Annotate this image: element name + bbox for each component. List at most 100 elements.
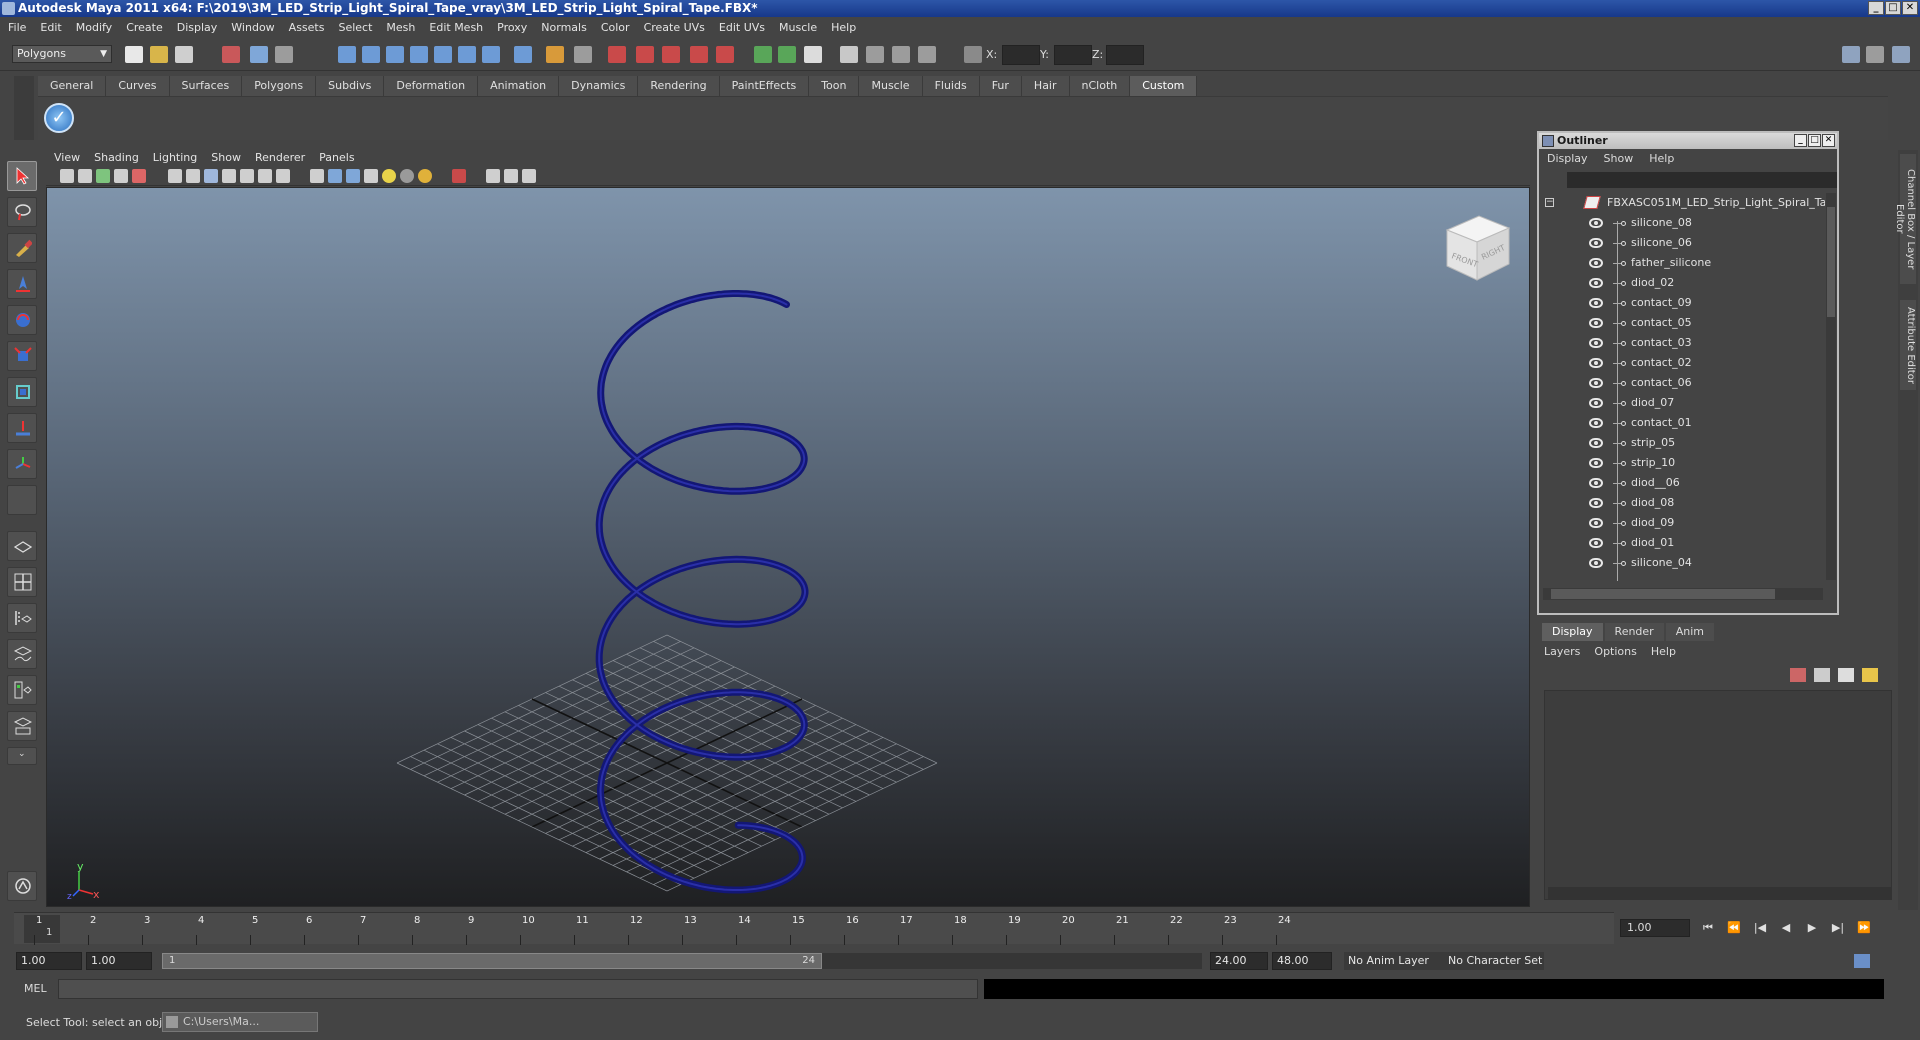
- outliner-item[interactable]: contact_09: [1543, 293, 1825, 313]
- move-layer-down-icon[interactable]: [1814, 668, 1830, 682]
- viewport-menu-panels[interactable]: Panels: [319, 151, 354, 164]
- construction-history-icon[interactable]: [482, 46, 500, 63]
- outliner-minimize-button[interactable]: _: [1794, 134, 1807, 147]
- outliner-filter-field[interactable]: [1567, 172, 1837, 188]
- hypershade-icon[interactable]: [690, 46, 708, 63]
- snap-to-grid-icon[interactable]: [338, 46, 356, 63]
- show-hide-tool-settings-icon[interactable]: [866, 46, 884, 63]
- shelf-tab-deformation[interactable]: Deformation: [384, 76, 479, 96]
- camera-attributes-icon[interactable]: [78, 169, 92, 183]
- image-plane-icon[interactable]: [114, 169, 128, 183]
- menu-edit-mesh[interactable]: Edit Mesh: [429, 21, 483, 34]
- show-manipulator-tool[interactable]: [7, 449, 37, 479]
- outliner-item[interactable]: strip_05: [1543, 433, 1825, 453]
- range-slider[interactable]: 1 24: [162, 953, 1202, 969]
- play-forwards-button[interactable]: ▶: [1804, 921, 1820, 935]
- menu-edit-uvs[interactable]: Edit UVs: [719, 21, 765, 34]
- play-backwards-button[interactable]: ◀: [1778, 921, 1794, 935]
- playback-start-field[interactable]: 1.00: [86, 952, 152, 970]
- select-by-object-icon[interactable]: [250, 46, 268, 63]
- outliner-root-item[interactable]: − FBXASC051M_LED_Strip_Light_Spiral_Tape: [1543, 193, 1825, 213]
- save-scene-icon[interactable]: [175, 46, 193, 63]
- wire-on-shaded-icon[interactable]: [310, 169, 324, 183]
- clipboard-icon[interactable]: [804, 46, 822, 63]
- shelf-menu-handle[interactable]: [14, 76, 34, 140]
- bookmarks-icon[interactable]: [96, 169, 110, 183]
- isolate-select-icon[interactable]: [452, 169, 466, 183]
- render-settings-icon[interactable]: [662, 46, 680, 63]
- outliner-item[interactable]: contact_03: [1543, 333, 1825, 353]
- z-field[interactable]: [1106, 45, 1144, 65]
- single-perspective-layout[interactable]: [7, 531, 37, 561]
- outliner-menu-help[interactable]: Help: [1649, 152, 1674, 165]
- viewport-menu-lighting[interactable]: Lighting: [153, 151, 197, 164]
- minimized-window-item[interactable]: C:\Users\Ma...: [162, 1012, 318, 1032]
- shelf-tab-polygons[interactable]: Polygons: [242, 76, 317, 96]
- outliner-maximize-button[interactable]: □: [1808, 134, 1821, 147]
- show-hide-channel-box-icon[interactable]: [892, 46, 910, 63]
- layer-tab-display[interactable]: Display: [1542, 623, 1603, 641]
- outliner-item[interactable]: silicone_08: [1543, 213, 1825, 233]
- step-forward-key-button[interactable]: ⏩: [1856, 921, 1872, 935]
- outliner-item[interactable]: diod_07: [1543, 393, 1825, 413]
- shelf-tab-toon[interactable]: Toon: [809, 76, 860, 96]
- channel-box-tab[interactable]: Channel Box / Layer Editor: [1894, 154, 1916, 284]
- use-all-lights-icon[interactable]: [382, 169, 396, 183]
- time-slider[interactable]: 1 1 2 3 4 5 6 7 8 9 10 11 12 13 14 15 16 17 18 19 20 21 22 23 2…: [14, 912, 1614, 945]
- menu-assets[interactable]: Assets: [289, 21, 325, 34]
- input-mode-icon[interactable]: [778, 46, 796, 63]
- shadows-icon[interactable]: [400, 169, 414, 183]
- minimize-button[interactable]: _: [1868, 1, 1884, 15]
- xray-joints-icon[interactable]: [504, 169, 518, 183]
- four-view-layout[interactable]: [7, 567, 37, 597]
- wireframe-icon[interactable]: [168, 169, 182, 183]
- select-tool[interactable]: [7, 161, 37, 191]
- y-field[interactable]: [1054, 45, 1092, 65]
- outliner-item[interactable]: father_silicone: [1543, 253, 1825, 273]
- outliner-item[interactable]: contact_01: [1543, 413, 1825, 433]
- history-icon[interactable]: [458, 46, 476, 63]
- soft-modification-tool[interactable]: [7, 413, 37, 443]
- menu-display[interactable]: Display: [177, 21, 218, 34]
- shelf-tab-dynamics[interactable]: Dynamics: [559, 76, 639, 96]
- outliner-item[interactable]: silicone_06: [1543, 233, 1825, 253]
- menu-muscle[interactable]: Muscle: [779, 21, 817, 34]
- share-icon[interactable]: [522, 169, 536, 183]
- menu-create-uvs[interactable]: Create UVs: [644, 21, 705, 34]
- outliner-item[interactable]: diod_09: [1543, 513, 1825, 533]
- outliner-menu-show[interactable]: Show: [1604, 152, 1634, 165]
- bounding-box-icon[interactable]: [240, 169, 254, 183]
- open-scene-icon[interactable]: [150, 46, 168, 63]
- close-button[interactable]: ✕: [1902, 1, 1918, 15]
- layer-tab-anim[interactable]: Anim: [1665, 623, 1714, 641]
- layer-menu-help[interactable]: Help: [1651, 645, 1676, 658]
- outliner-item[interactable]: contact_06: [1543, 373, 1825, 393]
- key-preferences-icon[interactable]: [1854, 954, 1870, 968]
- layer-list[interactable]: [1544, 690, 1892, 900]
- snap-to-view-plane-icon[interactable]: [410, 46, 428, 63]
- shelf-tab-animation[interactable]: Animation: [478, 76, 560, 96]
- default-material-icon[interactable]: [346, 169, 360, 183]
- custom-layout-chevron[interactable]: ⌄: [7, 747, 37, 765]
- viewport-menu-shading[interactable]: Shading: [94, 151, 139, 164]
- shelf-tab-muscle[interactable]: Muscle: [859, 76, 923, 96]
- anim-layer-select[interactable]: No Anim Layer: [1344, 952, 1444, 970]
- led-strip-spiral[interactable]: [595, 290, 809, 894]
- outliner-vertical-scrollbar[interactable]: [1826, 193, 1836, 580]
- textures-checker-icon[interactable]: [364, 169, 378, 183]
- viewport-menu-renderer[interactable]: Renderer: [255, 151, 305, 164]
- graph-perspective-layout[interactable]: [7, 711, 37, 741]
- outliner-item[interactable]: silicone_04: [1543, 553, 1825, 573]
- layer-horizontal-scrollbar[interactable]: [1548, 887, 1892, 899]
- playback-end-field[interactable]: 24.00: [1210, 952, 1268, 970]
- outliner-close-button[interactable]: ✕: [1822, 134, 1835, 147]
- flat-shade-icon[interactable]: [222, 169, 236, 183]
- rotate-tool[interactable]: [7, 305, 37, 335]
- make-live-icon[interactable]: [434, 46, 452, 63]
- step-back-key-button[interactable]: ⏪: [1726, 921, 1742, 935]
- absolute-transform-icon[interactable]: [964, 46, 982, 63]
- viewport-menu-view[interactable]: View: [54, 151, 80, 164]
- menu-normals[interactable]: Normals: [541, 21, 587, 34]
- help-icon[interactable]: [514, 46, 532, 63]
- layer-menu-layers[interactable]: Layers: [1544, 645, 1580, 658]
